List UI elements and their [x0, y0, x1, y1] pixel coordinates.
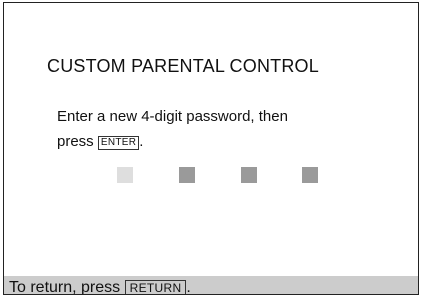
password-digit-boxes[interactable]: [117, 167, 322, 183]
return-suffix: .: [186, 279, 191, 295]
footer-bar: To return, press RETURN.: [4, 276, 418, 294]
password-digit-4[interactable]: [302, 167, 318, 183]
instruction-message: Enter a new 4-digit password, then press…: [57, 104, 288, 154]
instruction-line-2: press ENTER.: [57, 129, 288, 154]
screen-title: CUSTOM PARENTAL CONTROL: [47, 56, 319, 76]
enter-key-label: ENTER: [97, 136, 140, 150]
return-instruction: To return, press RETURN.: [9, 276, 191, 295]
password-digit-1[interactable]: [117, 167, 133, 183]
parental-control-screen: CUSTOM PARENTAL CONTROL Enter a new 4-di…: [3, 2, 419, 295]
return-prefix: To return, press: [9, 279, 125, 295]
return-key-label: RETURN: [124, 280, 187, 294]
instruction-line-1: Enter a new 4-digit password, then: [57, 108, 288, 125]
password-digit-2[interactable]: [179, 167, 195, 183]
instruction-suffix: .: [139, 133, 144, 150]
password-digit-3[interactable]: [241, 167, 257, 183]
instruction-prefix: press: [57, 133, 98, 150]
